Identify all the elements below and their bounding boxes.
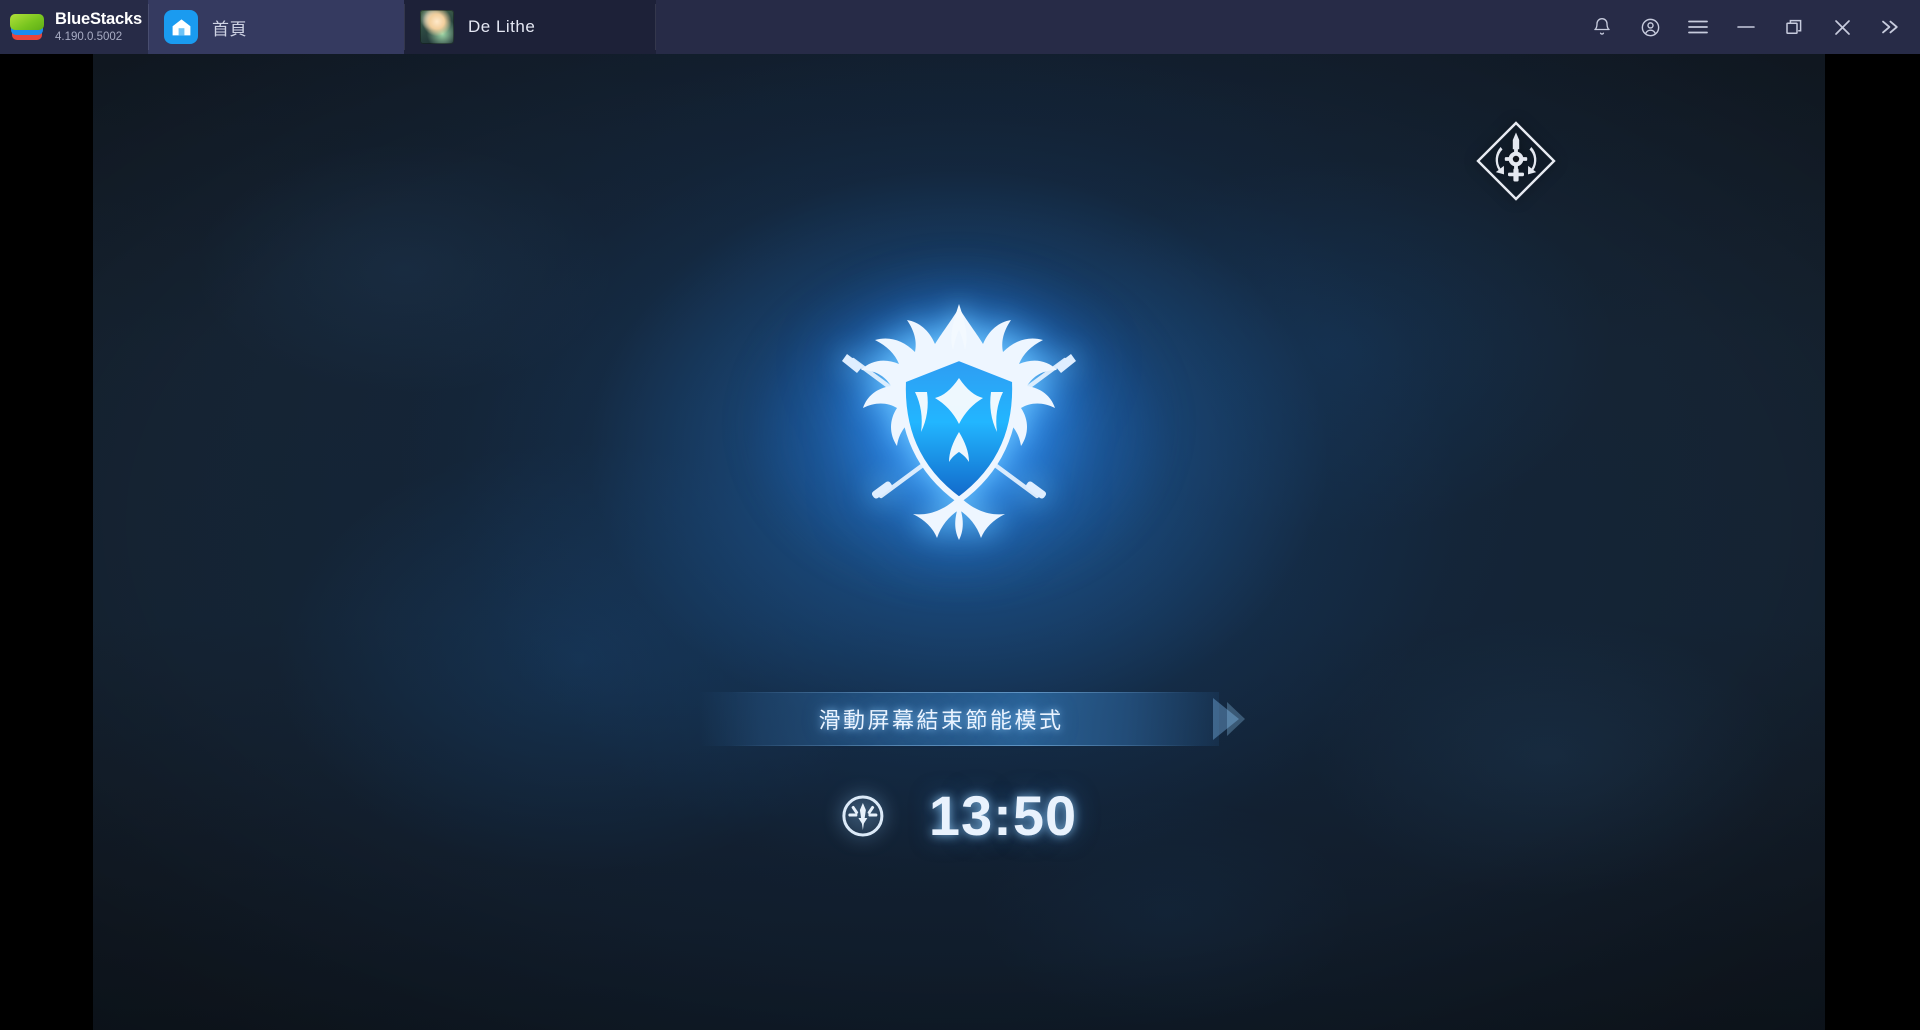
notifications-button[interactable] bbox=[1578, 0, 1626, 54]
home-icon bbox=[164, 10, 198, 44]
expand-sidebar-button[interactable] bbox=[1866, 0, 1914, 54]
bluestacks-logo-icon bbox=[10, 12, 46, 42]
clock-time: 13:50 bbox=[928, 784, 1078, 847]
brand-version: 4.190.0.5002 bbox=[55, 30, 123, 43]
title-bar: BlueStacks 4.190.0.5002 首頁 De Lithe bbox=[0, 0, 1920, 54]
account-button[interactable] bbox=[1626, 0, 1674, 54]
tab-de-lithe-label: De Lithe bbox=[468, 17, 536, 36]
gear-sync-diamond-icon[interactable] bbox=[1473, 118, 1559, 204]
bluestacks-brand: BlueStacks 4.190.0.5002 bbox=[0, 0, 148, 54]
close-button[interactable] bbox=[1818, 0, 1866, 54]
minimize-icon bbox=[1736, 21, 1756, 33]
restore-window-icon bbox=[1785, 18, 1804, 37]
power-save-banner[interactable]: 滑動屏幕結束節能模式 bbox=[699, 692, 1245, 746]
maximize-button[interactable] bbox=[1770, 0, 1818, 54]
brand-name: BlueStacks bbox=[55, 10, 142, 29]
chevron-right-icon bbox=[1213, 698, 1245, 740]
double-chevron-right-icon bbox=[1880, 18, 1900, 36]
tab-de-lithe[interactable]: De Lithe bbox=[404, 0, 656, 54]
account-circle-icon bbox=[1640, 17, 1661, 38]
titlebar-drag-region bbox=[656, 0, 1578, 54]
tab-home-label: 首頁 bbox=[212, 19, 247, 39]
tab-strip: 首頁 De Lithe bbox=[148, 0, 656, 54]
close-icon bbox=[1833, 18, 1852, 37]
game-screen[interactable]: 滑動屏幕結束節能模式 13:50 bbox=[93, 54, 1825, 1030]
emulator-stage: 滑動屏幕結束節能模式 13:50 bbox=[0, 54, 1920, 1030]
bluestacks-window: BlueStacks 4.190.0.5002 首頁 De Lithe 滑動屏幕… bbox=[0, 0, 1920, 1030]
menu-button[interactable] bbox=[1674, 0, 1722, 54]
hamburger-menu-icon bbox=[1687, 18, 1709, 36]
minimize-button[interactable] bbox=[1722, 0, 1770, 54]
heraldic-crest-icon bbox=[842, 304, 1076, 540]
bell-icon bbox=[1592, 17, 1612, 37]
tab-home[interactable]: 首頁 bbox=[148, 0, 404, 54]
game-emblem-icon bbox=[842, 795, 884, 837]
game-avatar bbox=[420, 10, 454, 44]
game-clock: 13:50 bbox=[841, 788, 1077, 844]
window-controls bbox=[1578, 0, 1920, 54]
power-save-banner-text: 滑動屏幕結束節能模式 bbox=[818, 708, 1064, 733]
game-crest bbox=[749, 259, 1169, 589]
